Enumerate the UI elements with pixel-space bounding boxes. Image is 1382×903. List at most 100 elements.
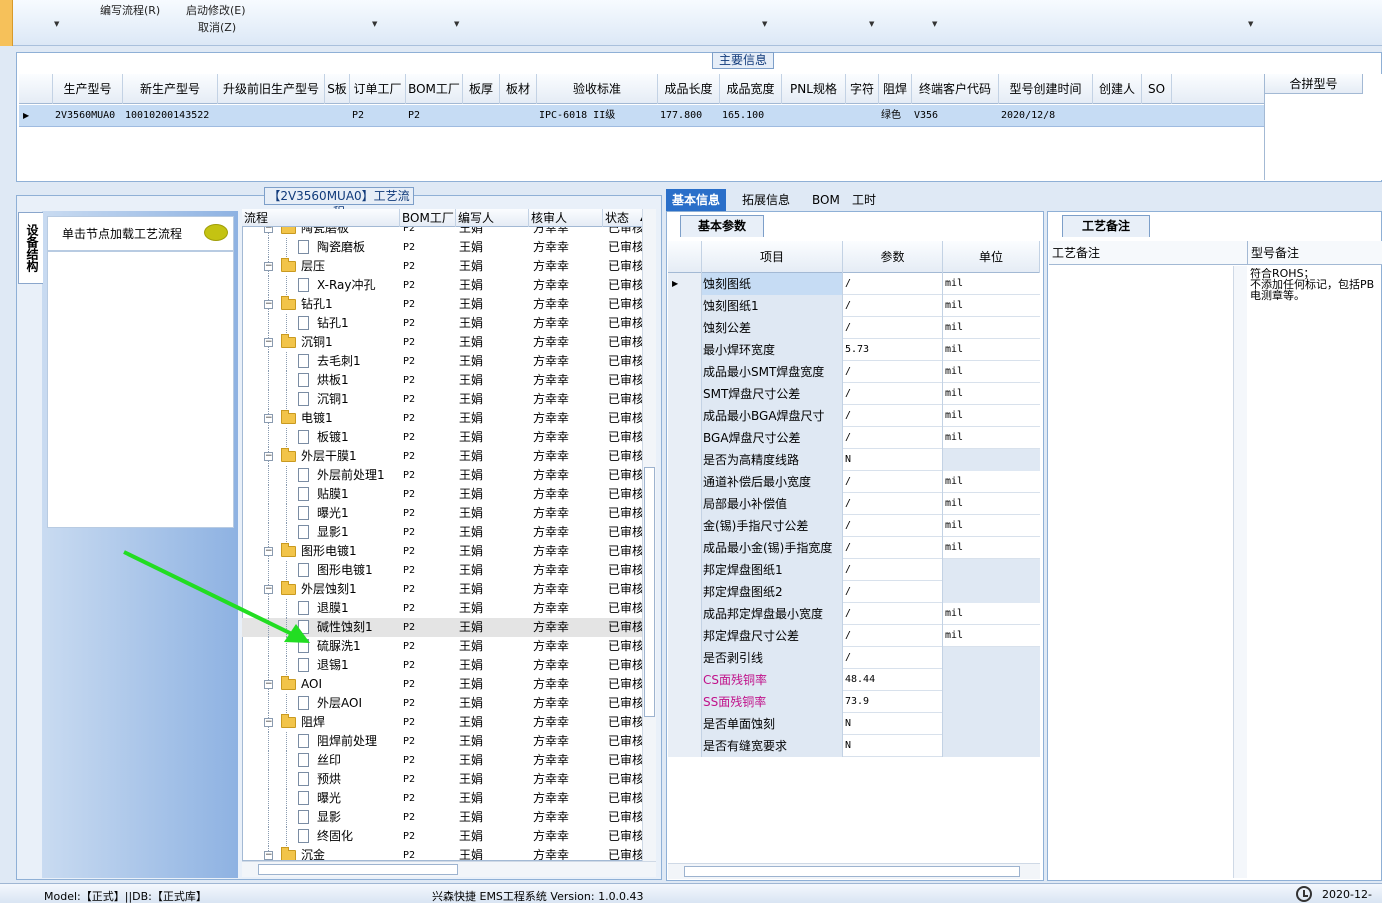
param-value[interactable]: / [843,471,943,493]
tree-column-header[interactable]: 核审人 [529,209,603,227]
param-value[interactable]: / [843,647,943,669]
grid-cell[interactable]: P2 [406,105,463,127]
collapse-toggle-icon[interactable]: − [264,680,273,689]
tree-group-node[interactable]: − AOI P2 王娟 方幸幸 已审核 [242,675,642,694]
tree-group-node[interactable]: − 沉铜1 P2 王娟 方幸幸 已审核 [242,333,642,352]
tree-step-node[interactable]: 曝光 P2 王娟 方幸幸 已审核 [242,789,642,808]
collapse-toggle-icon[interactable]: − [264,262,273,271]
tree-step-node[interactable]: 陶瓷磨板 P2 王娟 方幸幸 已审核 [242,238,642,257]
param-row[interactable]: SMT焊盘尺寸公差 / mil [668,383,1040,405]
tree-step-node[interactable]: 外层前处理1 P2 王娟 方幸幸 已审核 [242,466,642,485]
param-column-header[interactable]: 参数 [843,241,943,273]
column-header[interactable]: S板 [325,74,350,104]
tree-step-node[interactable]: 钻孔1 P2 王娟 方幸幸 已审核 [242,314,642,333]
collapse-toggle-icon[interactable]: − [264,227,273,233]
grid-cell[interactable]: 2020/12/8 [999,105,1093,127]
dropdown-arrow-icon[interactable]: ▼ [932,20,937,28]
param-row[interactable]: 最小焊环宽度 5.73 mil [668,339,1040,361]
tab-0[interactable]: 基本信息 [666,189,727,211]
param-value[interactable]: / [843,515,943,537]
param-value[interactable]: / [843,603,943,625]
param-row[interactable]: 通道补偿后最小宽度 / mil [668,471,1040,493]
column-header[interactable]: BOM工厂 [406,74,463,104]
grid-cell[interactable]: 165.100 [720,105,782,127]
tree-step-node[interactable]: 外层AOI P2 王娟 方幸幸 已审核 [242,694,642,713]
tree-group-node[interactable]: − 钻孔1 P2 王娟 方幸幸 已审核 [242,295,642,314]
param-row[interactable]: 邦定焊盘图纸2/ [668,581,1040,603]
tab-basic-params[interactable]: 基本参数 [680,215,764,237]
tree-column-header[interactable]: 流程 [242,209,400,227]
param-row[interactable]: 蚀刻图纸1/mil [668,295,1040,317]
param-value[interactable]: N [843,449,943,471]
tree-vertical-scrollbar[interactable] [642,209,656,861]
param-value[interactable]: 5.73 [843,339,943,361]
param-value[interactable]: / [843,361,943,383]
param-value[interactable]: N [843,735,943,757]
main-grid-row[interactable]: ▶ 2V3560MUA0 10010200143522 P2 P2 IPC-6018 II… [19,105,1264,127]
tree-step-node[interactable]: X-Ray冲孔 P2 王娟 方幸幸 已审核 [242,276,642,295]
grid-cell[interactable]: 绿色 [879,105,912,127]
column-header[interactable]: 板材 [500,74,537,104]
param-row[interactable]: 金(锡)手指尺寸公差 / mil [668,515,1040,537]
grid-cell[interactable]: V356 [912,105,999,127]
dropdown-arrow-icon[interactable]: ▼ [372,20,377,28]
collapse-toggle-icon[interactable]: − [264,718,273,727]
param-value[interactable]: / [843,581,943,603]
tab-3[interactable]: 工时 [846,189,882,211]
column-header[interactable]: 创建人 [1093,74,1142,104]
tree-group-node[interactable]: − 陶瓷磨板 P2 王娟 方幸幸 已审核 [242,227,642,238]
tree-step-node[interactable]: 阻焊前处理 P2 王娟 方幸幸 已审核 [242,732,642,751]
param-column-header[interactable]: 项目 [702,241,843,273]
grid-cell[interactable]: 10010200143522 [123,105,218,127]
param-value[interactable]: / [843,273,943,295]
dropdown-arrow-icon[interactable]: ▼ [54,20,59,28]
param-row[interactable]: 是否有缝宽要求 N [668,735,1040,757]
param-value[interactable]: / [843,559,943,581]
param-row[interactable]: 邦定焊盘尺寸公差 / mil [668,625,1040,647]
param-value[interactable]: N [843,713,943,735]
tree-step-node[interactable]: 丝印 P2 王娟 方幸幸 已审核 [242,751,642,770]
tree-step-node[interactable]: 显影1 P2 王娟 方幸幸 已审核 [242,523,642,542]
collapse-toggle-icon[interactable]: − [264,300,273,309]
dropdown-arrow-icon[interactable]: ▼ [1248,20,1253,28]
column-header[interactable]: 生产型号 [53,74,123,104]
app-orb[interactable] [0,0,13,46]
scrollbar-thumb[interactable] [644,467,655,717]
remark-scrollbar[interactable] [1233,266,1247,878]
param-row[interactable]: CS面残铜率 48.44 [668,669,1040,691]
param-value[interactable]: / [843,625,943,647]
cancel-button[interactable]: 取消(Z) [198,19,236,35]
tree-horizontal-scrollbar[interactable] [242,861,656,877]
tree-step-node[interactable]: 终固化 P2 王娟 方幸幸 已审核 [242,827,642,846]
param-row[interactable]: 成品最小SMT焊盘宽度 / mil [668,361,1040,383]
param-row[interactable]: 成品最小金(锡)手指宽度 / mil [668,537,1040,559]
param-horizontal-scrollbar[interactable] [668,863,1040,879]
column-header[interactable]: 验收标准 [537,74,658,104]
param-value[interactable]: / [843,383,943,405]
tree-step-node[interactable]: 板镀1 P2 王娟 方幸幸 已审核 [242,428,642,447]
tree-group-node[interactable]: − 沉金 P2 王娟 方幸幸 已审核 [242,846,642,860]
grid-cell[interactable]: 177.800 [658,105,720,127]
tree-step-node[interactable]: 显影 P2 王娟 方幸幸 已审核 [242,808,642,827]
param-value[interactable]: / [843,493,943,515]
column-header[interactable]: 阻焊 [879,74,912,104]
edit-flow-button[interactable]: 编写流程(R) [100,2,160,18]
dropdown-arrow-icon[interactable]: ▼ [869,20,874,28]
column-header[interactable]: 终端客户代码 [912,74,999,104]
param-row[interactable]: 蚀刻公差 / mil [668,317,1040,339]
tab-process-remark[interactable]: 工艺备注 [1062,215,1150,237]
tree-step-node[interactable]: 曝光1 P2 王娟 方幸幸 已审核 [242,504,642,523]
param-value[interactable]: 48.44 [843,669,943,691]
column-header[interactable]: 成品长度 [658,74,720,104]
tree-column-header[interactable]: 编写人 [456,209,529,227]
column-header[interactable]: 字符 [846,74,879,104]
param-value[interactable]: 73.9 [843,691,943,713]
collapse-toggle-icon[interactable]: − [264,338,273,347]
tree-column-header[interactable]: BOM工厂 [400,209,456,227]
collapse-toggle-icon[interactable]: − [264,414,273,423]
tree-group-node[interactable]: − 阻焊 P2 王娟 方幸幸 已审核 [242,713,642,732]
column-header[interactable]: 订单工厂 [350,74,406,104]
tab-2[interactable]: BOM [806,189,846,211]
param-value[interactable]: / [843,427,943,449]
param-row[interactable]: BGA焊盘尺寸公差 / mil [668,427,1040,449]
